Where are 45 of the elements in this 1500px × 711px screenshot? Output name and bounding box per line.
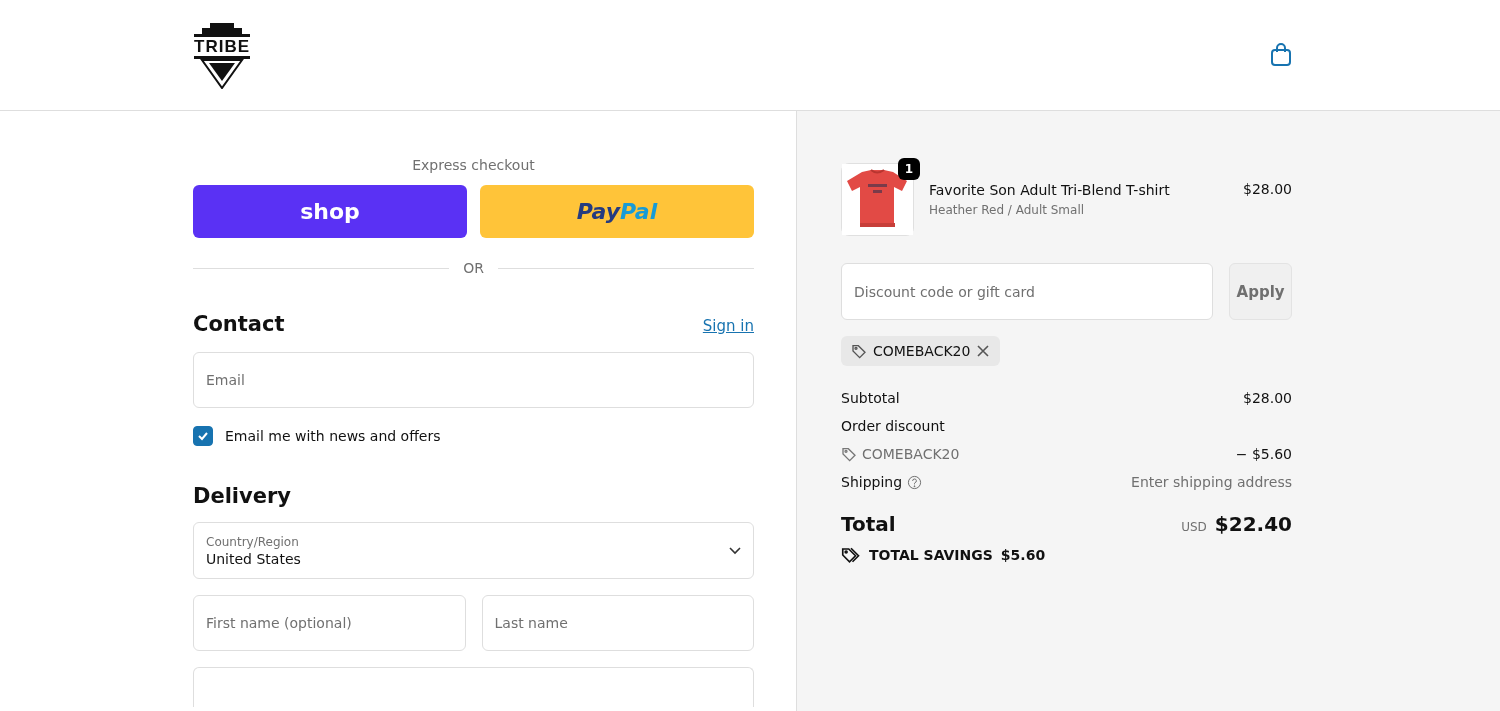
company-field[interactable] (193, 667, 754, 707)
discount-amount: − $5.60 (1235, 446, 1292, 462)
total-savings-label: TOTAL SAVINGS (869, 547, 993, 563)
total-savings-amount: $5.60 (1000, 547, 1046, 563)
sign-in-link[interactable]: Sign in (702, 317, 754, 335)
country-select[interactable]: Country/Region United States (193, 522, 754, 579)
summary-value: $28.00 (1243, 390, 1292, 406)
delivery-heading: Delivery (193, 484, 293, 508)
total-label: Total (841, 512, 896, 536)
discount-code: COMEBACK20 (862, 446, 960, 462)
news-checkbox-label: Email me with news and offers (225, 428, 441, 444)
news-checkbox[interactable] (193, 426, 213, 446)
quantity-badge: 1 (898, 158, 920, 180)
applied-code: COMEBACK20 (873, 343, 971, 359)
tags-icon (841, 546, 861, 564)
tag-icon (851, 343, 867, 359)
currency-code: USD (1181, 520, 1207, 534)
or-divider-text: OR (463, 260, 484, 276)
apply-button[interactable]: Apply (1229, 263, 1292, 320)
tag-icon (841, 446, 857, 462)
email-field[interactable]: Email (193, 352, 754, 408)
tribe-logo[interactable]: TRIBE (193, 21, 251, 89)
summary-label: Order discount (841, 418, 945, 434)
logo-triangle-icon (200, 58, 244, 89)
summary-label: Subtotal (841, 390, 900, 406)
summary-value: Enter shipping address (1131, 474, 1292, 490)
shopping-bag-icon[interactable] (1270, 43, 1292, 67)
express-checkout-title: Express checkout (411, 157, 536, 173)
shop-pay-button[interactable]: shop (193, 185, 467, 238)
contact-heading: Contact (193, 312, 285, 336)
help-icon[interactable] (907, 474, 923, 490)
checkmark-icon (197, 430, 209, 442)
discount-code-field[interactable]: Discount code or gift card (841, 263, 1214, 320)
close-icon[interactable] (976, 344, 991, 358)
product-name: Favorite Son Adult Tri-Blend T-shirt (929, 182, 1171, 198)
logo-arrowhead-icon (199, 21, 245, 34)
logo-text: TRIBE (194, 33, 250, 59)
product-variant: Heather Red / Adult Small (929, 203, 1086, 217)
name-field[interactable]: First name (optional) (193, 595, 466, 651)
name-field[interactable]: Last name (481, 595, 754, 651)
chevron-down-icon (729, 546, 741, 555)
product-price: $28.00 (1243, 181, 1292, 197)
summary-label: Shipping (841, 474, 903, 490)
total-amount: $22.40 (1214, 512, 1292, 536)
paypal-button[interactable]: PayPal (480, 185, 754, 238)
